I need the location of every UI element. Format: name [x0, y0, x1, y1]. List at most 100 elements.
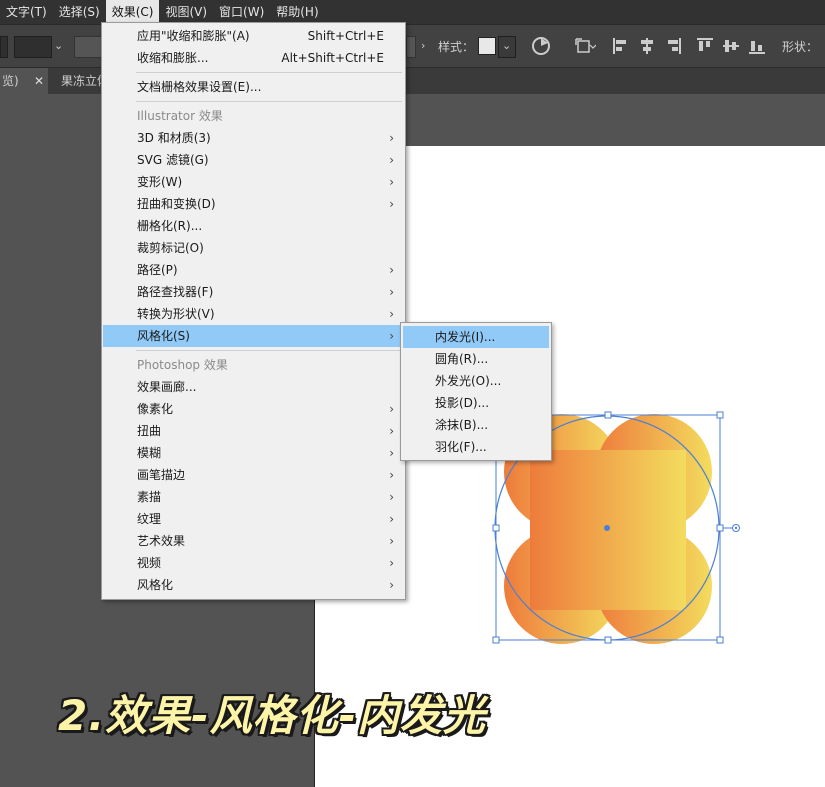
submenu-item-drop-shadow[interactable]: 投影(D)... [403, 392, 549, 414]
menu-item-document-raster[interactable]: 文档栅格效果设置(E)... [103, 76, 404, 98]
tab-jelly[interactable]: 果冻立体 [55, 68, 105, 94]
menu-item-label: 艺术效果 [137, 534, 186, 548]
menu-item-texture[interactable]: 纹理 › [103, 508, 404, 530]
tab-preview[interactable]: 览) ✕ [0, 68, 48, 94]
close-icon[interactable]: ✕ [34, 68, 44, 94]
style-label: 样式： [438, 40, 475, 54]
menu-item-label: 像素化 [137, 402, 174, 416]
align-right-icon[interactable] [662, 35, 684, 57]
menu-text[interactable]: 文字(T) [0, 0, 53, 24]
menu-divider [136, 72, 402, 73]
menu-divider [136, 350, 402, 351]
menu-item-svg-filters[interactable]: SVG 滤镜(G) › [103, 149, 404, 171]
align-middle-icon[interactable] [720, 35, 742, 57]
variable-width-field[interactable] [74, 36, 104, 58]
chevron-right-icon: › [389, 424, 394, 438]
transform-icon[interactable] [574, 35, 596, 57]
submenu-item-scribble[interactable]: 涂抹(B)... [403, 414, 549, 436]
apply-last-shortcut: Shift+Ctrl+E [307, 29, 384, 43]
menu-item-rasterize[interactable]: 栅格化(R)... [103, 215, 404, 237]
menu-item-label: 效果画廊... [137, 380, 197, 394]
submenu-item-outer-glow[interactable]: 外发光(O)... [403, 370, 549, 392]
tab-jelly-label: 果冻立体 [61, 74, 105, 88]
menu-help[interactable]: 帮助(H) [270, 0, 324, 24]
menu-select[interactable]: 选择(S) [53, 0, 106, 24]
stroke-swatch-field[interactable] [0, 36, 8, 58]
chevron-right-icon: › [389, 131, 394, 145]
menu-item-artistic[interactable]: 艺术效果 › [103, 530, 404, 552]
menu-item-brush-strokes[interactable]: 画笔描边 › [103, 464, 404, 486]
menu-item-label: 素描 [137, 490, 162, 504]
chevron-right-icon: › [389, 197, 394, 211]
graphic-style-swatch[interactable] [478, 37, 496, 55]
menu-item-3d[interactable]: 3D 和材质(3) › [103, 127, 404, 149]
chevron-right-icon[interactable]: › [421, 37, 425, 55]
last-effect-shortcut: Alt+Shift+Ctrl+E [281, 51, 384, 65]
menu-item-label: SVG 滤镜(G) [137, 153, 209, 167]
menu-item-apply-last[interactable]: 应用"收缩和膨胀"(A) Shift+Ctrl+E [103, 25, 404, 47]
chevron-right-icon: › [389, 307, 394, 321]
menu-item-effect-gallery[interactable]: 效果画廊... [103, 376, 404, 398]
effect-menu: 应用"收缩和膨胀"(A) Shift+Ctrl+E 收缩和膨胀... Alt+S… [101, 22, 406, 600]
menu-item-crop-marks[interactable]: 裁剪标记(O) [103, 237, 404, 259]
opacity-field[interactable] [406, 36, 416, 58]
menu-effect[interactable]: 效果(C) [105, 0, 160, 24]
menu-window[interactable]: 窗口(W) [213, 0, 270, 24]
menu-item-blur[interactable]: 模糊 › [103, 442, 404, 464]
menu-item-warp[interactable]: 变形(W) › [103, 171, 404, 193]
chevron-right-icon: › [389, 490, 394, 504]
submenu-item-round-corners[interactable]: 圆角(R)... [403, 348, 549, 370]
menu-item-sketch[interactable]: 素描 › [103, 486, 404, 508]
menu-item-label: 扭曲和变换(D) [137, 197, 216, 211]
menu-item-path[interactable]: 路径(P) › [103, 259, 404, 281]
menu-item-stylize-photoshop[interactable]: 风格化 › [103, 574, 404, 596]
menu-item-convert-to-shape[interactable]: 转换为形状(V) › [103, 303, 404, 325]
menu-item-last-effect[interactable]: 收缩和膨胀... Alt+Shift+Ctrl+E [103, 47, 404, 69]
menu-item-label: 视频 [137, 556, 162, 570]
chevron-right-icon: › [389, 446, 394, 460]
chevron-right-icon: › [389, 153, 394, 167]
chevron-right-icon: › [389, 468, 394, 482]
align-bottom-icon[interactable] [746, 35, 768, 57]
menu-bar: 文字(T) 选择(S) 效果(C) 视图(V) 窗口(W) 帮助(H) [0, 0, 825, 24]
chevron-right-icon: › [389, 263, 394, 277]
menu-item-label: 栅格化(R)... [137, 219, 203, 233]
shape-label: 形状： [782, 40, 819, 54]
illustrator-effects-header: Illustrator 效果 [137, 109, 223, 123]
center-point [604, 525, 610, 531]
menu-item-stylize-illustrator[interactable]: 风格化(S) › [103, 325, 404, 347]
photoshop-effects-header: Photoshop 效果 [137, 358, 228, 372]
chevron-down-icon[interactable]: ⌄ [502, 37, 511, 55]
menu-item-pathfinder[interactable]: 路径查找器(F) › [103, 281, 404, 303]
menu-item-label: 3D 和材质(3) [137, 131, 211, 145]
menu-item-distort-transform[interactable]: 扭曲和变换(D) › [103, 193, 404, 215]
menu-item-label: 路径(P) [137, 263, 178, 277]
recolor-artwork-icon[interactable] [530, 35, 552, 57]
menu-item-label: 转换为形状(V) [137, 307, 215, 321]
menu-item-label: 风格化 [137, 578, 174, 592]
menu-view[interactable]: 视图(V) [159, 0, 213, 24]
menu-item-label: 变形(W) [137, 175, 183, 189]
menu-item-video[interactable]: 视频 › [103, 552, 404, 574]
menu-divider [136, 101, 402, 102]
align-top-icon[interactable] [694, 35, 716, 57]
chevron-right-icon: › [389, 578, 394, 592]
menu-item-label: 模糊 [137, 446, 162, 460]
menu-item-label: 纹理 [137, 512, 162, 526]
menu-item-label: 风格化(S) [137, 329, 190, 343]
tab-preview-label: 览) [2, 74, 19, 88]
submenu-item-inner-glow[interactable]: 内发光(I)... [403, 326, 549, 348]
align-left-icon[interactable] [610, 35, 632, 57]
menu-item-label: 裁剪标记(O) [137, 241, 204, 255]
stroke-weight-dropdown-icon[interactable]: ⌄ [54, 37, 63, 55]
last-effect-label: 收缩和膨胀... [137, 51, 209, 65]
apply-last-label: 应用"收缩和膨胀"(A) [137, 29, 250, 43]
align-center-icon[interactable] [636, 35, 658, 57]
menu-item-label: 画笔描边 [137, 468, 186, 482]
menu-item-label: 路径查找器(F) [137, 285, 214, 299]
menu-item-distort[interactable]: 扭曲 › [103, 420, 404, 442]
chevron-right-icon: › [389, 512, 394, 526]
stroke-weight-field[interactable] [14, 36, 52, 58]
submenu-item-feather[interactable]: 羽化(F)... [403, 436, 549, 458]
menu-item-pixelate[interactable]: 像素化 › [103, 398, 404, 420]
